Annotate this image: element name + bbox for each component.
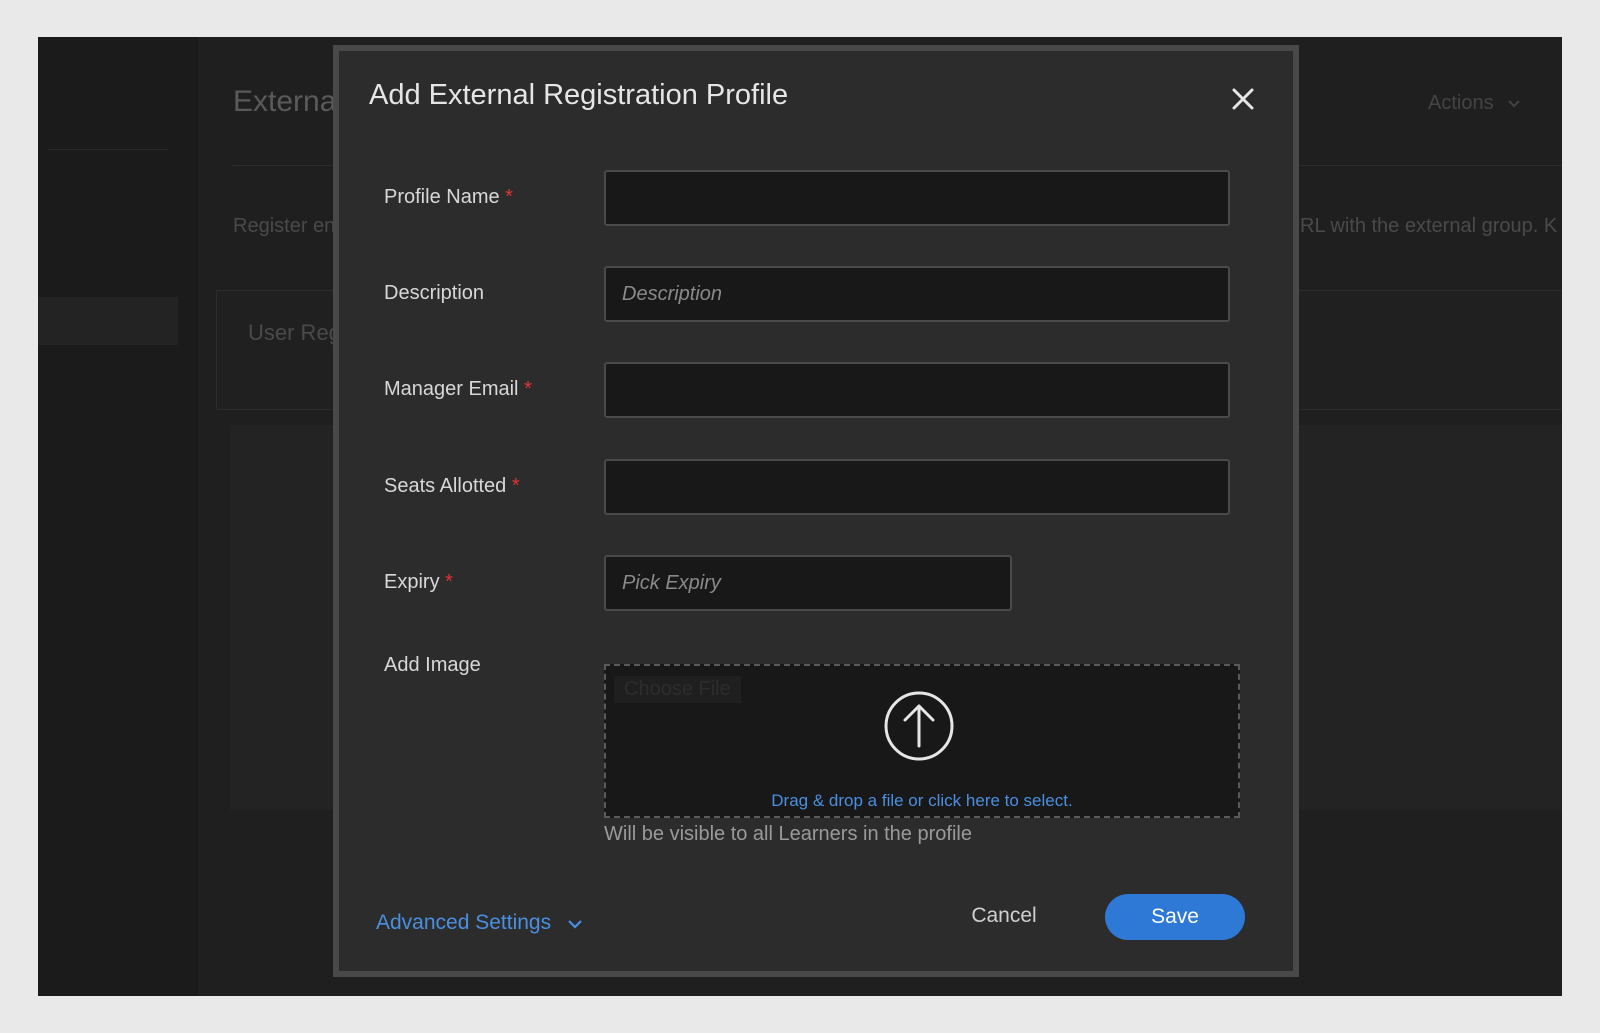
manager-email-input[interactable]: [604, 362, 1230, 418]
sidebar-divider: [48, 149, 168, 150]
page-description-tail: RL with the external group. K: [1300, 215, 1558, 237]
seats-allotted-input[interactable]: [604, 459, 1230, 515]
required-marker: *: [445, 571, 453, 593]
page-title: Externa: [233, 85, 337, 118]
profile-name-label: Profile Name *: [384, 186, 513, 208]
advanced-settings-toggle[interactable]: Advanced Settings: [376, 911, 583, 935]
advanced-settings-label: Advanced Settings: [376, 911, 552, 934]
add-profile-dialog: Add External Registration Profile Profil…: [333, 45, 1299, 977]
description-input[interactable]: [604, 266, 1230, 322]
sidebar-selected-item: [38, 297, 178, 345]
add-image-label: Add Image: [384, 654, 481, 676]
choose-file-button[interactable]: Choose File: [614, 676, 741, 703]
card-title: User Reg: [248, 320, 341, 345]
required-marker: *: [524, 378, 532, 400]
chevron-down-icon: [568, 920, 582, 929]
dialog-title: Add External Registration Profile: [369, 79, 789, 111]
required-marker: *: [505, 186, 513, 208]
image-dropzone[interactable]: Choose File Drag & drop a file or click …: [604, 664, 1240, 818]
seats-allotted-label: Seats Allotted *: [384, 475, 520, 497]
manager-email-label: Manager Email *: [384, 378, 532, 400]
expiry-date-picker[interactable]: [604, 555, 1012, 611]
description-label: Description: [384, 282, 485, 304]
required-marker: *: [511, 475, 520, 497]
profile-name-input[interactable]: [604, 170, 1230, 226]
actions-label: Actions: [1428, 92, 1494, 114]
save-button[interactable]: Save: [1105, 894, 1245, 940]
chevron-down-icon: [1508, 100, 1520, 108]
sidebar: [38, 37, 198, 996]
dropzone-instructions[interactable]: Drag & drop a file or click here to sele…: [606, 791, 1238, 811]
upload-arrow-icon: [884, 691, 954, 761]
image-help-text: Will be visible to all Learners in the p…: [604, 823, 972, 845]
actions-dropdown: Actions: [1428, 92, 1521, 115]
page-description: Register en: [233, 215, 336, 237]
cancel-button[interactable]: Cancel: [969, 904, 1039, 928]
close-icon[interactable]: [1229, 85, 1257, 113]
expiry-label: Expiry *: [384, 571, 453, 593]
